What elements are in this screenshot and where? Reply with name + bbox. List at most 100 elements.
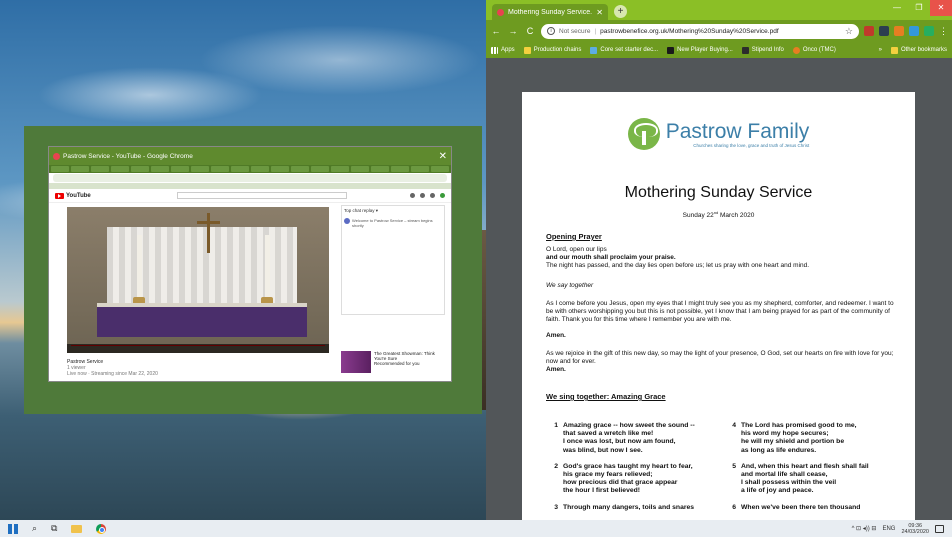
back-button[interactable]: ← xyxy=(490,26,502,36)
pdf-page: Pastrow Family Churches sharing the love… xyxy=(522,92,915,520)
prayer-line-2: and our mouth shall proclaim your praise… xyxy=(546,254,676,261)
close-window-button[interactable]: ✕ xyxy=(930,0,952,16)
prayer-line-1: O Lord, open our lips xyxy=(546,246,607,253)
close-icon[interactable]: ✕ xyxy=(439,151,447,162)
taskbar: ⌕ ⧉ ^ ⊡ ◂)) ⊟ ENG 09:36 24/03/2020 xyxy=(0,520,952,537)
file-explorer-icon[interactable] xyxy=(71,524,83,533)
prayer-line-3: The night has passed, and the day lies o… xyxy=(546,262,810,269)
youtube-address-bar[interactable] xyxy=(53,174,447,182)
chrome-titlebar[interactable]: Mothering Sunday Service.pdf ✕ + — ❐ ✕ xyxy=(486,0,952,20)
pdf-tab-icon xyxy=(497,8,504,16)
brand-tagline: Churches sharing the love, grace and tru… xyxy=(693,142,810,148)
clock[interactable]: 09:36 24/03/2020 xyxy=(901,523,929,535)
hymn-verse: 3 Through many dangers, toils and snares xyxy=(554,503,695,511)
language-indicator[interactable]: ENG xyxy=(882,526,895,532)
youtube-window-title: Pastrow Service - YouTube - Google Chrom… xyxy=(63,152,193,160)
system-tray: ^ ⊡ ◂)) ⊟ ENG 09:36 24/03/2020 xyxy=(852,523,944,535)
prayer-paragraph-1: As I come before you Jesus, open my eyes… xyxy=(546,300,894,323)
video-info: Live now · Streaming since Mar 22, 2020 xyxy=(67,371,158,377)
pdf-chrome-window[interactable]: Mothering Sunday Service.pdf ✕ + — ❐ ✕ ←… xyxy=(486,0,952,520)
address-bar[interactable]: i Not secure | pastrowbenefice.org.uk/Mo… xyxy=(541,23,859,39)
youtube-header: YouTube xyxy=(49,189,451,203)
bookmark-icon xyxy=(667,46,675,54)
bookmark-core-set[interactable]: Core set starter dec... xyxy=(590,46,658,54)
info-icon[interactable]: i xyxy=(547,27,555,35)
maximize-button[interactable]: ❐ xyxy=(908,0,930,16)
video-frame-candle-right xyxy=(265,235,270,301)
folder-icon xyxy=(890,46,898,54)
live-chat-panel[interactable]: Top chat replay ▾ Welcome to Pastrow Ser… xyxy=(341,205,445,315)
bookmark-icon xyxy=(590,46,598,54)
star-icon[interactable]: ☆ xyxy=(845,26,853,37)
notifications-icon[interactable] xyxy=(935,524,944,533)
amen-2: Amen. xyxy=(546,366,566,373)
document-title: Mothering Sunday Service xyxy=(624,184,813,201)
youtube-search-input[interactable] xyxy=(176,192,347,199)
video-meta: Pastrow Service 1 viewer Live now · Stre… xyxy=(67,359,158,377)
document-date: Sunday 22nd March 2020 xyxy=(682,210,755,220)
bookmark-icon xyxy=(792,46,800,54)
adobe-extension-icon[interactable] xyxy=(864,26,874,36)
task-view-icon[interactable]: ⧉ xyxy=(51,523,57,534)
brand-name: Pastrow Family xyxy=(665,119,810,143)
chat-message: Welcome to Pastrow Service – stream begi… xyxy=(342,216,444,230)
url-separator: | xyxy=(594,27,597,35)
video-player[interactable] xyxy=(67,207,329,353)
notifications-icon[interactable] xyxy=(430,193,435,198)
chrome-taskbar-icon[interactable] xyxy=(96,523,107,534)
new-tab-button[interactable]: + xyxy=(614,5,627,18)
bookmark-stipend-info[interactable]: Stipend Info xyxy=(741,46,784,54)
profile-avatar-icon[interactable] xyxy=(924,26,934,36)
amen-1: Amen. xyxy=(546,332,566,339)
create-video-icon[interactable] xyxy=(410,193,415,198)
forward-button[interactable]: → xyxy=(507,26,519,36)
youtube-window-titlebar[interactable]: Pastrow Service - YouTube - Google Chrom… xyxy=(49,147,451,165)
opening-prayer-heading: Opening Prayer xyxy=(546,232,602,241)
hymn-column-right: 4 The Lord has promised good to me, his w… xyxy=(728,422,898,520)
bookmarks-bar: Apps Production chains Core set starter … xyxy=(486,42,952,58)
hymn-verse: 1 Amazing grace -- how sweet the sound --… xyxy=(554,422,695,454)
url-text[interactable]: pastrowbenefice.org.uk/Mothering%20Sunda… xyxy=(600,28,841,35)
youtube-logo[interactable]: YouTube xyxy=(55,192,91,199)
video-frame-altar xyxy=(97,303,307,337)
tray-icons[interactable]: ^ ⊡ ◂)) ⊟ xyxy=(852,525,877,532)
recommended-title[interactable]: The Greatest Showman: Think You're Sure xyxy=(374,351,445,361)
extension-icon[interactable] xyxy=(894,26,904,36)
recommended-meta: Recommended for you xyxy=(373,361,420,366)
youtube-logo-text: YouTube xyxy=(66,192,91,199)
bookmark-new-player[interactable]: New Player Buying... xyxy=(667,46,733,54)
window-controls: — ❐ ✕ xyxy=(886,0,952,16)
tab-mothering-sunday-pdf[interactable]: Mothering Sunday Service.pdf ✕ xyxy=(492,4,608,20)
bookmarks-overflow-button[interactable]: » xyxy=(879,47,882,53)
chat-title[interactable]: Top chat replay ▾ xyxy=(342,206,444,216)
avatar[interactable] xyxy=(440,193,445,198)
reload-button[interactable]: C xyxy=(524,26,536,36)
hymn-verse: 4 The Lord has promised good to me, his w… xyxy=(732,422,857,454)
bookmark-icon xyxy=(523,46,531,54)
tree-logo-icon xyxy=(627,118,660,150)
video-controls[interactable] xyxy=(67,344,329,353)
recommended-thumbnail[interactable] xyxy=(341,351,371,373)
chrome-logo-icon xyxy=(53,152,60,160)
bookmark-production-chains[interactable]: Production chains xyxy=(523,46,581,54)
other-bookmarks[interactable]: Other bookmarks xyxy=(890,46,947,54)
chrome-toolbar: ← → C i Not secure | pastrowbenefice.org… xyxy=(486,20,952,42)
extension-icon[interactable] xyxy=(879,26,889,36)
tab-title: Mothering Sunday Service.pdf xyxy=(508,8,593,16)
minimize-button[interactable]: — xyxy=(886,0,908,16)
bookmark-onco[interactable]: Onco (TMC) xyxy=(792,46,836,54)
chrome-menu-icon[interactable]: ⋮ xyxy=(939,26,948,37)
search-icon[interactable]: ⌕ xyxy=(32,523,37,534)
tab-close-icon[interactable]: ✕ xyxy=(596,8,603,17)
not-secure-label[interactable]: Not secure xyxy=(559,28,590,35)
recommended-video[interactable]: The Greatest Showman: Think You're Sure … xyxy=(341,351,445,377)
apps-icon[interactable] xyxy=(420,193,425,198)
video-frame-candle-left xyxy=(137,235,142,301)
we-say-together: We say together xyxy=(546,282,594,289)
youtube-chrome-window[interactable]: Pastrow Service - YouTube - Google Chrom… xyxy=(48,146,452,382)
bookmark-apps[interactable]: Apps xyxy=(491,46,515,54)
extension-icon[interactable] xyxy=(909,26,919,36)
youtube-window-tabstrip[interactable] xyxy=(49,165,451,173)
windows-start-icon[interactable] xyxy=(8,523,18,534)
prayer-paragraph-2: As we rejoice in the gift of this new da… xyxy=(546,350,894,365)
